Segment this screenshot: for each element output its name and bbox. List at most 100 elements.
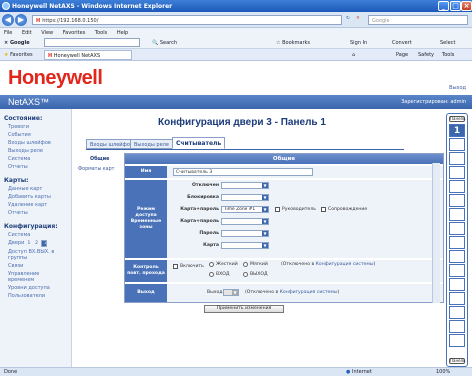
- out-label: ВЫХОД: [250, 272, 268, 277]
- google-search-input[interactable]: [44, 38, 140, 47]
- google-search-button[interactable]: 🔍 Search: [152, 40, 177, 46]
- exit-note: (Отключено в Конфигурация системы): [245, 290, 340, 295]
- window-titlebar: Honeywell NetAXS - Windows Internet Expl…: [0, 0, 472, 12]
- panel-cell[interactable]: [449, 264, 465, 277]
- page-menu[interactable]: Page: [396, 52, 408, 58]
- exit-select[interactable]: ▼: [223, 289, 239, 296]
- zoom-level[interactable]: 100%: [436, 369, 450, 375]
- system-config-link[interactable]: Конфигурация системы: [316, 262, 374, 267]
- menu-view[interactable]: View: [41, 30, 53, 36]
- honeywell-logo: Honeywell: [8, 67, 103, 89]
- strict-radio[interactable]: [209, 262, 214, 267]
- logout-link[interactable]: Выход: [449, 85, 466, 91]
- nav-item-card-data[interactable]: Данные карт: [8, 186, 42, 192]
- doors-page-2[interactable]: 2: [34, 241, 40, 247]
- out-radio[interactable]: [243, 272, 248, 277]
- favorites-button[interactable]: ★ Favorites: [4, 52, 33, 58]
- card-timezone-select[interactable]: ▼: [221, 242, 269, 249]
- minimize-icon[interactable]: _: [438, 1, 449, 11]
- card-or-pin-timezone-select[interactable]: ▼: [221, 218, 269, 225]
- panel-cell[interactable]: [449, 166, 465, 179]
- menu-edit[interactable]: Edit: [22, 30, 32, 36]
- tab-underline: [86, 149, 404, 150]
- panel-cell-active[interactable]: 1: [449, 124, 465, 137]
- subnav-general[interactable]: Общие: [90, 157, 109, 162]
- nav-item-config-system[interactable]: Система: [8, 232, 30, 238]
- menu-bar: File Edit View Favorites Tools Help: [0, 28, 472, 37]
- search-field[interactable]: Google: [368, 15, 468, 25]
- lock-timezone-select[interactable]: ▼: [221, 194, 269, 201]
- convert-button[interactable]: Convert: [392, 40, 412, 46]
- nav-item-outputs[interactable]: Выходы реле: [8, 148, 43, 154]
- soft-radio[interactable]: [243, 262, 248, 267]
- panel-cell[interactable]: [449, 152, 465, 165]
- menu-tools[interactable]: Tools: [95, 30, 107, 36]
- nav-item-links[interactable]: Связи: [8, 263, 23, 269]
- stop-icon[interactable]: ✕: [356, 16, 360, 21]
- bookmarks-button[interactable]: ☆ Bookmarks: [276, 40, 310, 46]
- apply-changes-button[interactable]: Применить изменения: [204, 305, 284, 313]
- tools-menu[interactable]: Tools: [442, 52, 454, 58]
- name-label: Имя: [125, 166, 167, 178]
- card-pin-timezone-select[interactable]: Time Zone #1 ▼: [221, 206, 269, 213]
- panel-cell[interactable]: [449, 138, 465, 151]
- panel-cell[interactable]: [449, 250, 465, 263]
- refresh-icon[interactable]: ↻: [346, 16, 350, 21]
- in-radio[interactable]: [209, 272, 214, 277]
- exit-system-config-link[interactable]: Конфигурация системы: [280, 290, 338, 295]
- maximize-icon[interactable]: □: [450, 1, 461, 11]
- forward-button[interactable]: ▶: [15, 14, 27, 26]
- web-page: Honeywell Выход NetAXS™ Зарегистрирован:…: [0, 61, 472, 367]
- doors-page-3[interactable]: 3: [41, 240, 48, 247]
- panel-cell[interactable]: [449, 222, 465, 235]
- nav-item-users[interactable]: Пользователи: [8, 293, 45, 299]
- signin-button[interactable]: Sign In: [350, 40, 367, 46]
- tab-reader[interactable]: Считыватель: [172, 137, 226, 149]
- passback-enable-checkbox[interactable]: [173, 264, 178, 269]
- disabled-timezone-select[interactable]: ▼: [221, 182, 269, 189]
- panel-cell[interactable]: [449, 306, 465, 319]
- nav-item-access-groups[interactable]: Доступ ВХ.ВЫХ. в группы: [8, 249, 68, 261]
- nav-item-access-levels[interactable]: Уровни доступа: [8, 285, 50, 291]
- form-scrollbar[interactable]: [432, 163, 440, 303]
- exit-field-label: Выход: [207, 290, 223, 295]
- nav-item-add-cards[interactable]: Добавить карты: [8, 194, 51, 200]
- url-field[interactable]: Hhttps://192.168.0.150/: [32, 15, 342, 25]
- reader-name-input[interactable]: Считыватель 3: [173, 168, 313, 176]
- product-name: NetAXS™: [8, 97, 50, 107]
- home-icon[interactable]: ⌂: [352, 52, 355, 58]
- safety-menu[interactable]: Safety: [418, 52, 434, 58]
- nav-item-inputs[interactable]: Входы шлейфов: [8, 140, 51, 146]
- panel-cell[interactable]: [449, 208, 465, 221]
- supervisor-checkbox[interactable]: [275, 207, 280, 212]
- nav-item-delete-cards[interactable]: Удаление карт: [8, 202, 47, 208]
- panel-cell[interactable]: [449, 334, 465, 347]
- close-icon[interactable]: ×: [461, 1, 472, 11]
- doors-page-1[interactable]: 1: [26, 241, 32, 247]
- escort-checkbox[interactable]: [321, 207, 326, 212]
- panel-cell[interactable]: [449, 236, 465, 249]
- panel-cell[interactable]: [449, 278, 465, 291]
- panel-cell[interactable]: [449, 180, 465, 193]
- panel-cell[interactable]: [449, 194, 465, 207]
- nav-item-alarms[interactable]: Тревоги: [8, 124, 29, 130]
- nav-item-card-reports[interactable]: Отчеты: [8, 210, 28, 216]
- panel-cell[interactable]: [449, 320, 465, 333]
- menu-help[interactable]: Help: [117, 30, 128, 36]
- nav-item-reports[interactable]: Отчеты: [8, 164, 28, 170]
- tab-outputs[interactable]: Выходы реле: [130, 139, 173, 149]
- nav-item-events[interactable]: События: [8, 132, 31, 138]
- menu-file[interactable]: File: [4, 30, 12, 36]
- nav-item-system[interactable]: Система: [8, 156, 30, 162]
- browser-tab[interactable]: H Honeywell NetAXS: [44, 50, 132, 60]
- form-section-title: Общие: [125, 154, 443, 164]
- tab-favicon-icon: H: [48, 53, 53, 59]
- select-button[interactable]: Select: [440, 40, 455, 46]
- card-or-pin-label: Карта+пароль: [180, 219, 219, 224]
- back-button[interactable]: ◀: [2, 14, 14, 26]
- pin-timezone-select[interactable]: ▼: [221, 230, 269, 237]
- menu-favorites[interactable]: Favorites: [63, 30, 86, 36]
- subnav-card-formats[interactable]: Форматы карт: [78, 167, 114, 172]
- panel-cell[interactable]: [449, 292, 465, 305]
- nav-item-time-management[interactable]: Управление временем: [8, 271, 52, 283]
